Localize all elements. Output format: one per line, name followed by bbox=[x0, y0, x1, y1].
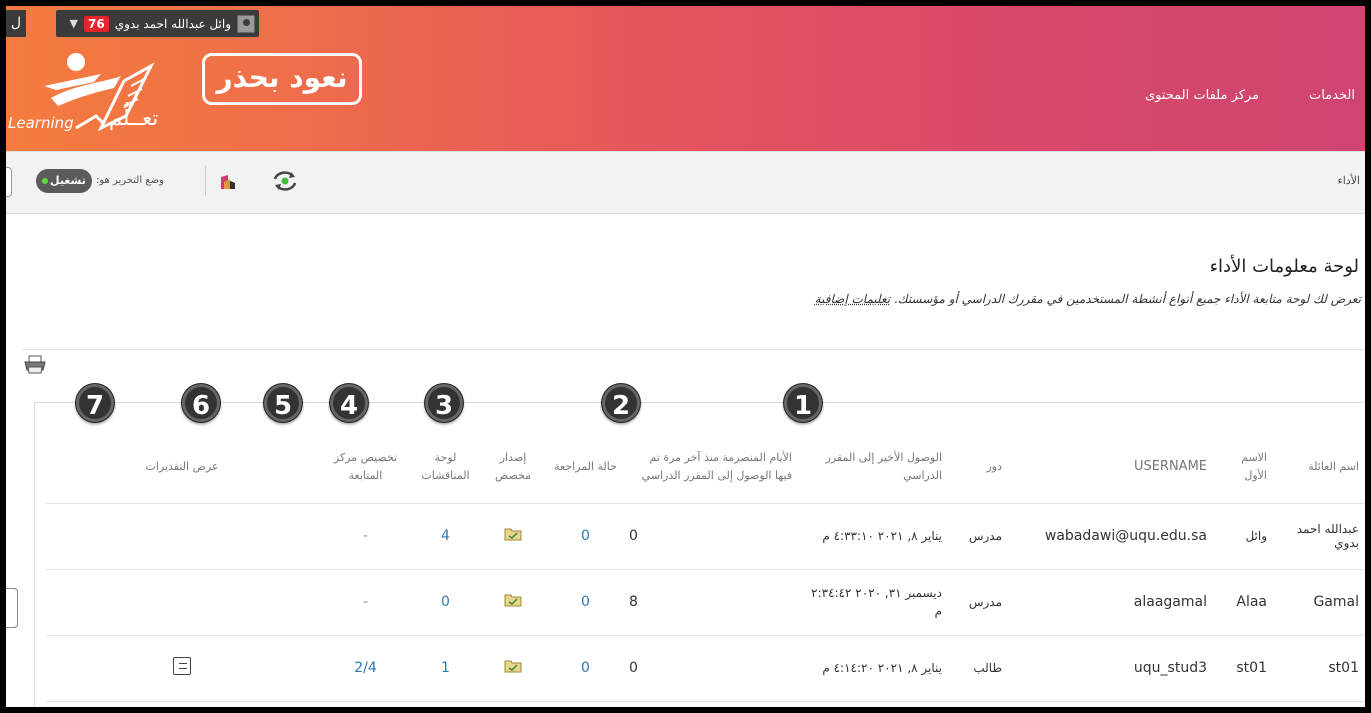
folder-icon[interactable] bbox=[504, 659, 522, 673]
table-row: عبدالله احمد بدوي وائل wabadawi@uqu.edu.… bbox=[46, 503, 1365, 570]
edit-mode-toggle[interactable]: تشغيل bbox=[36, 169, 92, 193]
breadcrumb[interactable]: الأداء bbox=[1338, 174, 1360, 187]
toolbar-divider bbox=[205, 166, 206, 196]
cell-review-status[interactable]: 0 bbox=[548, 635, 623, 702]
user-avatar-icon bbox=[237, 14, 255, 33]
side-scroll-handle[interactable] bbox=[6, 588, 18, 628]
col-days-since[interactable]: الأيام المنصرمة منذ آخر مرة تم فيها الوص… bbox=[623, 431, 798, 504]
cell-review-status[interactable]: 0 bbox=[548, 569, 623, 636]
learning-logo-arabic: تعــلُم bbox=[109, 106, 159, 130]
marker-7: 7 bbox=[76, 384, 114, 422]
cell-view-grades bbox=[46, 569, 318, 636]
cell-discussion-board[interactable]: 0 bbox=[413, 569, 478, 636]
marker-3: 3 bbox=[425, 384, 463, 422]
col-view-grades[interactable]: عرض التقديرات bbox=[46, 431, 318, 504]
nav-content-collection[interactable]: مركز ملفات المحتوى bbox=[1145, 88, 1259, 103]
col-early-warning[interactable]: تخصيص مركز المتابعة bbox=[318, 431, 413, 504]
cell-adaptive-release[interactable] bbox=[478, 569, 548, 636]
marker-5: 5 bbox=[264, 384, 302, 422]
table-row: st01 st01 uqu_stud3 طالب يناير ٨, ٢٠٢١ ٤… bbox=[46, 635, 1365, 702]
cell-view-grades bbox=[46, 503, 318, 570]
notification-badge[interactable]: 76 bbox=[84, 15, 109, 32]
user-name[interactable]: وائل عبدالله احمد بدوي bbox=[115, 17, 231, 31]
cell-discussion-board[interactable]: 4 bbox=[413, 503, 478, 570]
print-icon[interactable] bbox=[24, 354, 46, 374]
app-window: ل وائل عبدالله احمد بدوي 76 ▼ Learning ت… bbox=[6, 6, 1365, 707]
palette-icon[interactable] bbox=[220, 174, 236, 190]
cell-first-name: وائل bbox=[1213, 503, 1273, 570]
help-link[interactable]: تعليمات إضافية bbox=[815, 292, 890, 306]
cell-early-warning: - bbox=[318, 503, 413, 570]
cell-first-name: Alaa bbox=[1213, 569, 1273, 636]
learning-logo-text: Learning bbox=[8, 114, 74, 132]
cell-days-since: 0 bbox=[623, 503, 798, 570]
page-title: لوحة معلومات الأداء bbox=[1209, 256, 1359, 277]
cell-username: uqu_stud3 bbox=[1008, 635, 1213, 702]
grades-report-icon[interactable] bbox=[173, 657, 191, 675]
marker-4: 4 bbox=[330, 384, 368, 422]
cell-view-grades[interactable] bbox=[46, 635, 318, 702]
col-adaptive-release[interactable]: إصدار مخصص bbox=[478, 431, 548, 504]
col-username[interactable]: USERNAME bbox=[1008, 431, 1213, 504]
header-banner: ل وائل عبدالله احمد بدوي 76 ▼ Learning ت… bbox=[6, 6, 1365, 151]
refresh-icon[interactable] bbox=[271, 170, 299, 192]
print-bar bbox=[22, 349, 1365, 379]
cell-days-since: 8 bbox=[623, 569, 798, 636]
course-toolbar: تشغيل وضع التحرير هو: الأداء bbox=[6, 151, 1365, 214]
chevron-down-icon[interactable]: ▼ bbox=[70, 17, 78, 30]
description-text: تعرض لك لوحة متابعة الأداء جميع أنواع أن… bbox=[893, 292, 1361, 306]
cell-family-name: عبدالله احمد بدوي bbox=[1273, 503, 1365, 570]
cell-first-name: st01 bbox=[1213, 635, 1273, 702]
table-header-row: اسم العائلة الاسم الأول USERNAME دور الو… bbox=[46, 431, 1365, 504]
folder-icon[interactable] bbox=[504, 593, 522, 607]
cell-last-access: يناير ٨, ٢٠٢١ ٤:١٤:٢٠ م bbox=[798, 635, 948, 702]
cell-early-warning[interactable]: 2/4 bbox=[318, 635, 413, 702]
column-markers: 1 2 3 4 5 6 7 bbox=[6, 384, 1365, 434]
marker-2: 2 bbox=[602, 384, 640, 422]
cell-early-warning: - bbox=[318, 569, 413, 636]
folder-icon[interactable] bbox=[504, 527, 522, 541]
brand-logo: نعود بحذر bbox=[202, 53, 362, 105]
user-menu-bar[interactable]: وائل عبدالله احمد بدوي 76 ▼ bbox=[56, 10, 259, 37]
cell-role: طالب bbox=[948, 635, 1008, 702]
col-first-name[interactable]: الاسم الأول bbox=[1213, 431, 1273, 504]
edit-mode-label: وضع التحرير هو: bbox=[96, 175, 164, 186]
nav-services[interactable]: الخدمات bbox=[1309, 88, 1355, 103]
collapse-handle[interactable] bbox=[6, 167, 12, 197]
side-tab[interactable]: ل bbox=[6, 10, 26, 37]
col-review-status[interactable]: حالة المراجعة bbox=[548, 431, 623, 504]
cell-discussion-board[interactable]: 1 bbox=[413, 635, 478, 702]
col-discussion-board[interactable]: لوحة المناقشات bbox=[413, 431, 478, 504]
cell-adaptive-release[interactable] bbox=[478, 503, 548, 570]
cell-username: alaagamal bbox=[1008, 569, 1213, 636]
cell-family-name: st01 bbox=[1273, 635, 1365, 702]
marker-1: 1 bbox=[784, 384, 822, 422]
cell-family-name: Gamal bbox=[1273, 569, 1365, 636]
cell-role: مدرس bbox=[948, 569, 1008, 636]
col-role[interactable]: دور bbox=[948, 431, 1008, 504]
cell-username: wabadawi@uqu.edu.sa bbox=[1008, 503, 1213, 570]
table-row: Gamal Alaa alaagamal مدرس ديسمبر ٣١, ٢٠٢… bbox=[46, 569, 1365, 636]
page-description: تعرض لك لوحة متابعة الأداء جميع أنواع أن… bbox=[815, 292, 1361, 306]
cell-last-access: يناير ٨, ٢٠٢١ ٤:٣٣:١٠ م bbox=[798, 503, 948, 570]
col-last-access[interactable]: الوصول الأخير إلى المقرر الدراسي bbox=[798, 431, 948, 504]
performance-table: اسم العائلة الاسم الأول USERNAME دور الو… bbox=[46, 431, 1365, 702]
cell-adaptive-release[interactable] bbox=[478, 635, 548, 702]
marker-6: 6 bbox=[182, 384, 220, 422]
col-family-name[interactable]: اسم العائلة bbox=[1273, 431, 1365, 504]
cell-days-since: 0 bbox=[623, 635, 798, 702]
top-nav: الخدمات مركز ملفات المحتوى bbox=[1145, 88, 1355, 103]
cell-last-access: ديسمبر ٣١, ٢٠٢٠ ٢:٣٤:٤٢ م bbox=[798, 569, 948, 636]
cell-review-status[interactable]: 0 bbox=[548, 503, 623, 570]
cell-role: مدرس bbox=[948, 503, 1008, 570]
